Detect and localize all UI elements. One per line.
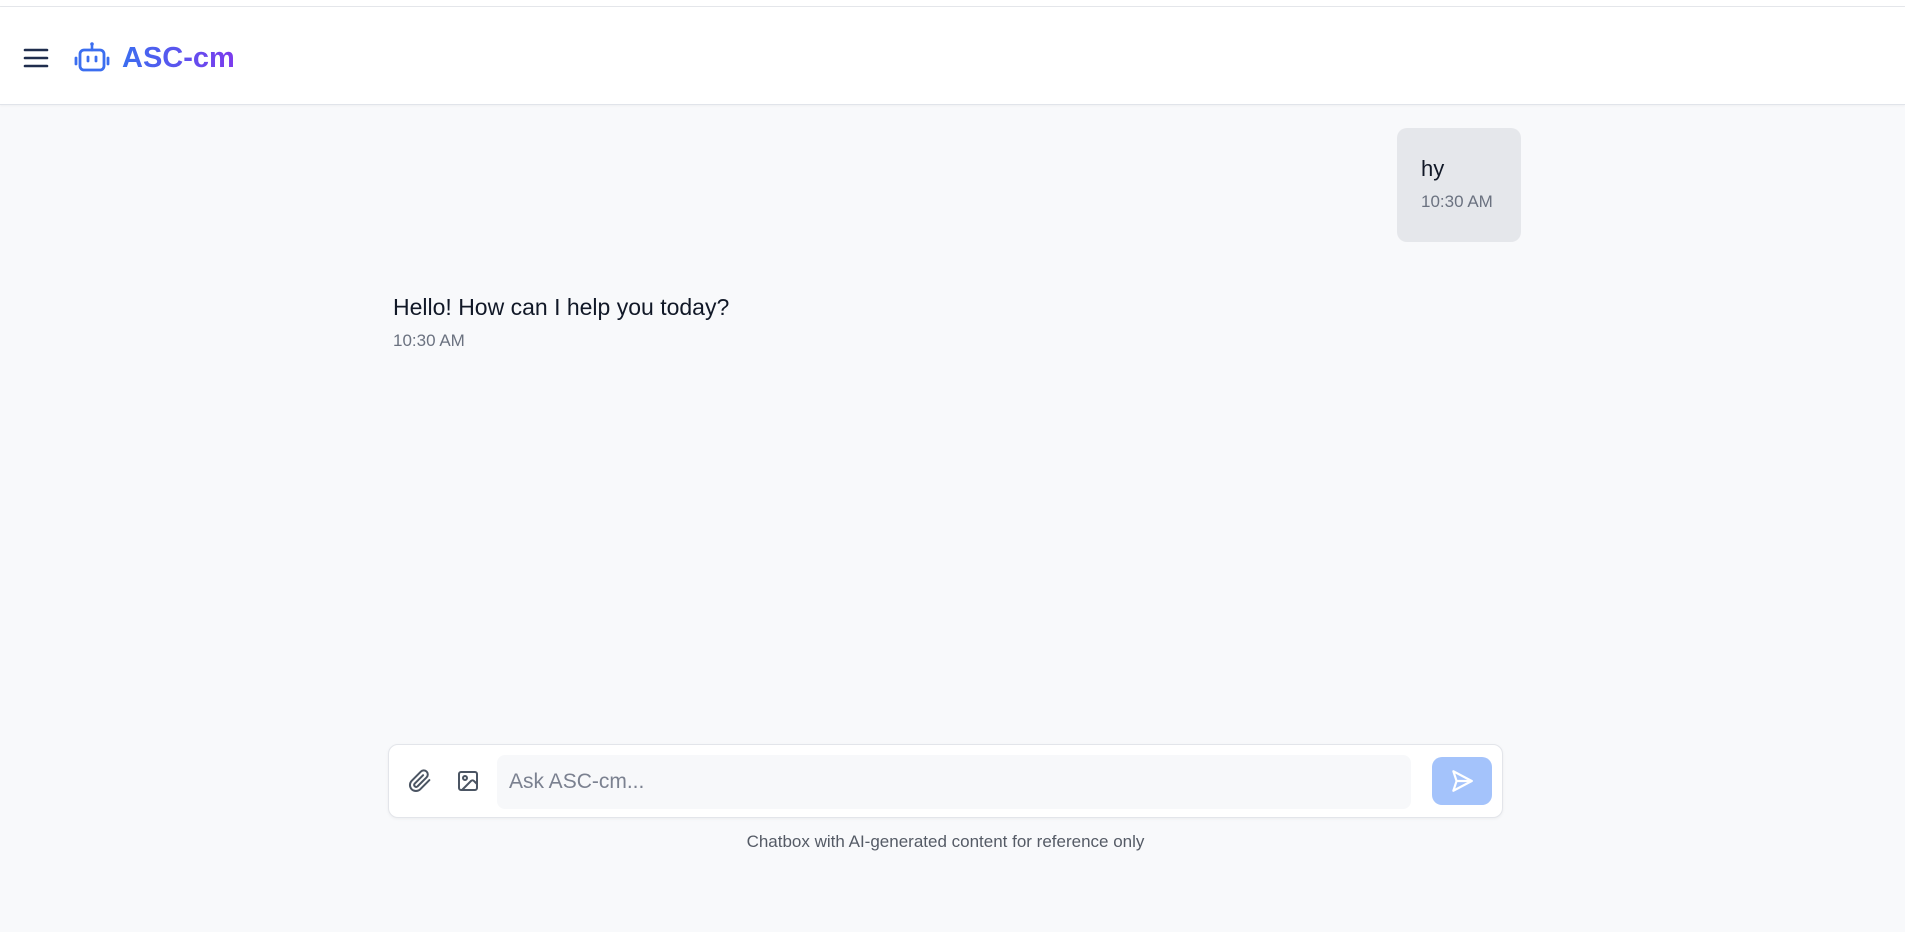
robot-icon [74, 42, 110, 72]
attach-file-button[interactable] [401, 762, 439, 800]
user-message-time: 10:30 AM [1421, 192, 1493, 211]
assistant-message-text: Hello! How can I help you today? [393, 294, 730, 320]
hamburger-menu-button[interactable] [18, 42, 54, 74]
assistant-message: Hello! How can I help you today? 10:30 A… [393, 293, 1093, 351]
app-header: ASC-cm [0, 7, 1905, 105]
user-message-text: hy [1421, 156, 1445, 181]
hamburger-menu-icon [23, 48, 49, 68]
paperclip-icon [409, 769, 431, 792]
message-input[interactable] [497, 755, 1411, 809]
top-border [0, 0, 1905, 7]
send-icon [1452, 770, 1473, 792]
upload-image-button[interactable] [449, 762, 487, 800]
brand-title: ASC-cm [122, 42, 235, 74]
message-input-wrapper [497, 755, 1411, 809]
message-composer [388, 744, 1503, 818]
image-icon [458, 771, 478, 791]
ai-disclaimer: Chatbox with AI-generated content for re… [746, 832, 1145, 851]
assistant-message-time: 10:30 AM [393, 331, 465, 350]
send-button[interactable] [1432, 757, 1492, 805]
user-message-bubble: hy 10:30 AM [1397, 128, 1521, 242]
